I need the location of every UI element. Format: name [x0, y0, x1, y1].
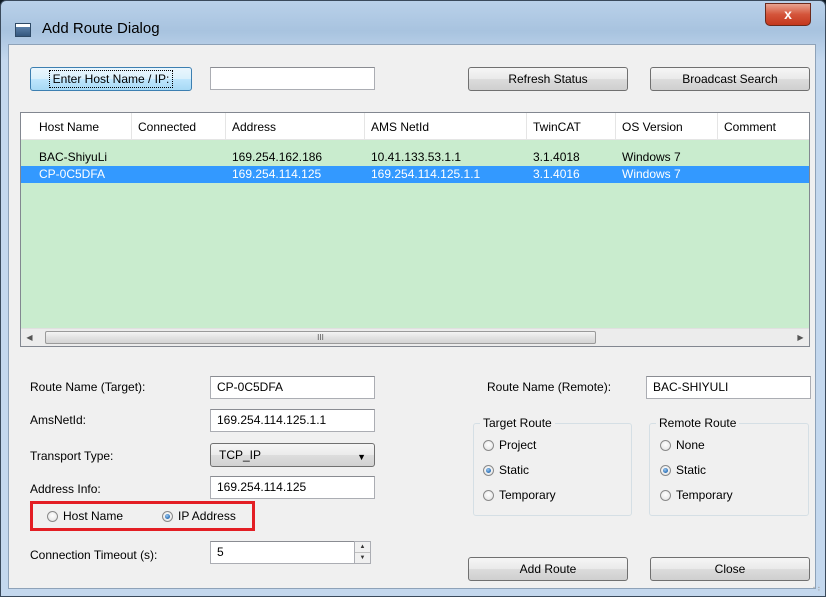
spin-up-icon[interactable]: ▲	[355, 542, 370, 553]
target-route-temporary-label: Temporary	[499, 488, 556, 502]
refresh-status-button[interactable]: Refresh Status	[468, 67, 628, 91]
cell-comment	[718, 166, 724, 183]
host-ip-input[interactable]	[210, 67, 375, 90]
scrollbar-thumb[interactable]: III	[45, 331, 596, 344]
radio-host-name-label: Host Name	[63, 509, 124, 523]
column-ams-netid[interactable]: AMS NetId	[365, 113, 527, 139]
cell-address: 169.254.162.186	[232, 150, 323, 164]
radio-unchecked-icon	[660, 489, 671, 501]
cell-ams-netid: 10.41.133.53.1.1	[371, 150, 462, 164]
list-header: Host Name Connected Address AMS NetId Tw…	[21, 113, 809, 140]
radio-checked-icon	[660, 464, 671, 476]
target-route-title: Target Route	[480, 416, 555, 430]
target-route-project[interactable]: Project	[483, 437, 536, 453]
amsnetid-label: AmsNetId:	[30, 413, 87, 427]
column-comment[interactable]: Comment	[718, 113, 809, 139]
target-route-static-label: Static	[499, 463, 530, 477]
route-name-target-input[interactable]: CP-0C5DFA	[210, 376, 375, 399]
connection-timeout-input[interactable]: 5	[210, 541, 355, 564]
cell-ams-netid: 169.254.114.125.1.1	[371, 167, 481, 181]
column-host-name[interactable]: Host Name	[33, 113, 132, 139]
connection-timeout-label: Connection Timeout (s):	[30, 548, 158, 562]
enter-host-button[interactable]: Enter Host Name / IP:	[30, 67, 192, 91]
route-name-target-label: Route Name (Target):	[30, 380, 146, 394]
cell-host-name: BAC-ShiyuLi	[39, 150, 108, 164]
timeout-spinner[interactable]: ▲ ▼	[354, 541, 371, 564]
cell-address: 169.254.114.125	[232, 167, 322, 181]
remote-route-temporary[interactable]: Temporary	[660, 487, 733, 503]
scroll-left-icon[interactable]: ◀	[21, 329, 38, 346]
target-route-static[interactable]: Static	[483, 462, 529, 478]
address-info-label: Address Info:	[30, 482, 101, 496]
target-route-project-label: Project	[499, 438, 537, 452]
column-connected[interactable]: Connected	[132, 113, 226, 139]
column-twincat[interactable]: TwinCAT	[527, 113, 616, 139]
radio-ip-address-label: IP Address	[178, 509, 236, 523]
chevron-down-icon: ▼	[357, 452, 366, 462]
remote-route-temporary-label: Temporary	[676, 488, 733, 502]
remote-route-none[interactable]: None	[660, 437, 705, 453]
radio-unchecked-icon	[483, 489, 494, 501]
cell-twincat: 3.1.4016	[533, 167, 580, 181]
cell-comment	[718, 149, 724, 166]
close-window-icon[interactable]: x	[765, 3, 811, 26]
amsnetid-input[interactable]: 169.254.114.125.1.1	[210, 409, 375, 432]
radio-host-name[interactable]: Host Name	[47, 508, 123, 524]
route-name-remote-label: Route Name (Remote):	[487, 380, 612, 394]
enter-host-button-label: Enter Host Name / IP:	[48, 70, 174, 88]
column-os-version[interactable]: OS Version	[616, 113, 718, 139]
horizontal-scrollbar[interactable]: ◀ III ▶	[21, 328, 809, 346]
cell-os-version: Windows 7	[622, 150, 681, 164]
cell-connected	[132, 149, 138, 166]
transport-type-label: Transport Type:	[30, 449, 114, 463]
radio-unchecked-icon	[47, 510, 58, 522]
route-name-remote-input[interactable]: BAC-SHIYULI	[646, 376, 811, 399]
close-button[interactable]: Close	[650, 557, 810, 581]
cell-connected	[132, 166, 138, 183]
radio-unchecked-icon	[660, 439, 671, 451]
cell-twincat: 3.1.4018	[533, 150, 580, 164]
window-title: Add Route Dialog	[42, 20, 160, 37]
radio-unchecked-icon	[483, 439, 494, 451]
table-row-selected[interactable]: CP-0C5DFA 169.254.114.125 169.254.114.12…	[21, 166, 809, 183]
remote-route-static[interactable]: Static	[660, 462, 706, 478]
address-info-input[interactable]: 169.254.114.125	[210, 476, 375, 499]
spin-down-icon[interactable]: ▼	[355, 553, 370, 563]
cell-os-version: Windows 7	[622, 167, 681, 181]
resize-grip-icon[interactable]: ⠂⠆	[812, 584, 823, 593]
cell-host-name: CP-0C5DFA	[39, 167, 106, 181]
remote-route-none-label: None	[676, 438, 705, 452]
remote-route-title: Remote Route	[656, 416, 740, 430]
title-bar[interactable]: Add Route Dialog x	[1, 1, 825, 45]
scroll-right-icon[interactable]: ▶	[792, 329, 809, 346]
table-row[interactable]: BAC-ShiyuLi 169.254.162.186 10.41.133.53…	[21, 149, 809, 166]
app-icon	[15, 23, 31, 37]
broadcast-search-button[interactable]: Broadcast Search	[650, 67, 810, 91]
column-address[interactable]: Address	[226, 113, 365, 139]
transport-type-select[interactable]: TCP_IP ▼	[210, 443, 375, 467]
target-route-temporary[interactable]: Temporary	[483, 487, 556, 503]
radio-checked-icon	[483, 464, 494, 476]
add-route-button[interactable]: Add Route	[468, 557, 628, 581]
host-list[interactable]: Host Name Connected Address AMS NetId Tw…	[20, 112, 810, 347]
remote-route-static-label: Static	[676, 463, 707, 477]
radio-ip-address[interactable]: IP Address	[162, 508, 236, 524]
radio-checked-icon	[162, 510, 173, 522]
transport-type-value: TCP_IP	[219, 448, 262, 462]
